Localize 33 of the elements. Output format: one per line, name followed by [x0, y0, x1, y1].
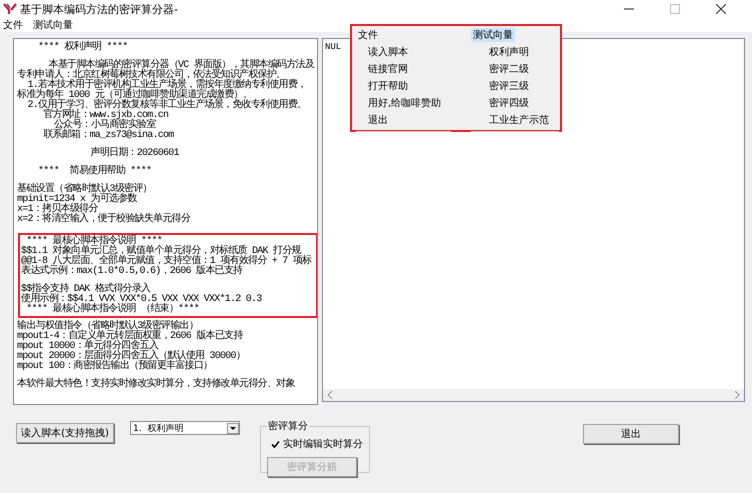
group-title: 密评算分 [267, 420, 309, 433]
menu-title[interactable]: 测试向量 [471, 28, 516, 42]
text-line: **** 最核心脚本指令说明 （结束）**** [25, 305, 200, 315]
menu-item[interactable]: 读入脚本 [368, 45, 442, 59]
close-icon[interactable] [716, 4, 726, 14]
output-text: NUL [325, 42, 342, 52]
menu-item[interactable]: 密评二级 [489, 62, 550, 76]
window-title: 基于脚本编码方法的密评算分器- [20, 2, 178, 16]
menu-item[interactable]: 工业生产示范 [489, 113, 550, 127]
exit-button[interactable]: 退出 [583, 424, 679, 444]
menu-item[interactable]: 文件 [3, 18, 23, 32]
app-logo-icon [3, 3, 17, 15]
menu-item[interactable]: 用好,给咖啡赞助 [368, 96, 442, 110]
menu-item[interactable]: 链接官网 [368, 62, 442, 76]
menu-item[interactable]: 测试向量 [33, 18, 73, 32]
load-script-button[interactable]: 读入脚本(支持拖拽) [16, 423, 114, 443]
text-line: 表达式示例：max(1.0*0.5,0.6)，2606 版本已支持 [21, 267, 244, 277]
text-line: 声明日期：20260601 [90, 149, 180, 159]
checkbox[interactable] [271, 440, 280, 448]
menu-item[interactable]: 退出 [368, 113, 442, 127]
text-line: 联系邮箱：ma_zs73@sina.com [42, 131, 175, 141]
menu-item[interactable]: 密评三级 [489, 79, 550, 93]
text-line: **** 简易使用帮助 **** [37, 167, 152, 177]
text-line: x=2：将清空输入，便于校验缺失单元得分 [17, 215, 192, 225]
script-dropdown[interactable]: 1. 权利声明 [130, 421, 240, 435]
text-line: **** 权利声明 **** [37, 43, 129, 53]
text-line: mpout 100：商密报告输出（预留更丰富接口） [17, 362, 214, 372]
checkbox-label: 实时编辑实时算分 [283, 438, 363, 451]
script-text-area[interactable] [13, 38, 318, 405]
menu-item[interactable]: 打开帮助 [368, 79, 442, 93]
menu-item[interactable]: 密评四级 [489, 96, 550, 110]
menu-item[interactable]: 权利声明 [489, 45, 550, 59]
text-line: 本软件最大特色！支持实时修改实时算分，支持修改单元得分、对象 [17, 380, 296, 390]
